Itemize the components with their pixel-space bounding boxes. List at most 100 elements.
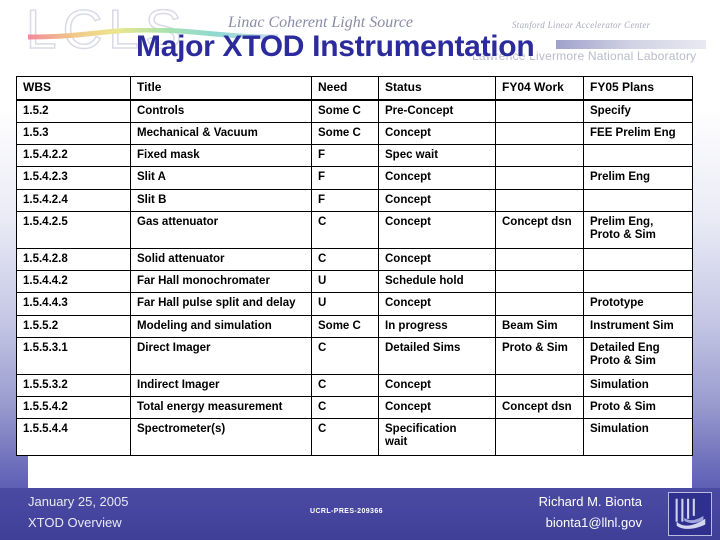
instrumentation-table: WBS Title Need Status FY04 Work FY05 Pla… (16, 75, 693, 457)
footer-email[interactable]: bionta1@llnl.gov (546, 515, 642, 530)
cell-need: C (311, 418, 379, 457)
column-header-status: Status (378, 75, 496, 101)
cell-wbs: 1.5.4.2.8 (16, 247, 131, 272)
table-row: 1.5.5.3.1 Direct Imager C Detailed Sims Prot… (16, 336, 693, 375)
cell-status: Detailed Sims (378, 336, 496, 375)
cell-fy04 (495, 122, 584, 146)
cell-wbs: 1.5.3 (16, 122, 131, 146)
cell-need: U (311, 270, 379, 294)
cell-wbs: 1.5.5.3.2 (16, 373, 131, 397)
cell-status: Pre-Concept (378, 99, 496, 124)
cell-fy04 (495, 292, 584, 316)
cell-title: Direct Imager (130, 336, 312, 375)
table-row: 1.5.4.2.4 Slit B F Concept (16, 188, 693, 212)
cell-status: Concept (378, 373, 496, 397)
cell-need: C (311, 247, 379, 272)
cell-need: Some C (311, 314, 379, 338)
cell-need: U (311, 292, 379, 316)
cell-status: Concept (378, 395, 496, 420)
cell-status: Concept (378, 188, 496, 212)
table-body: 1.5.2 Controls Some C Pre-Concept Specify 1.5… (16, 99, 693, 457)
cell-fy05: Prelim Eng, Proto & Sim (583, 210, 693, 249)
cell-status: Concept (378, 247, 496, 272)
cell-fy04: Concept dsn (495, 210, 584, 249)
column-header-fy04: FY04 Work (495, 75, 584, 101)
cell-fy05: Simulation (583, 373, 693, 397)
cell-title: Mechanical & Vacuum (130, 122, 312, 146)
footer-subtitle: XTOD Overview (28, 515, 122, 530)
cell-fy04 (495, 373, 584, 397)
cell-wbs: 1.5.4.2.3 (16, 166, 131, 190)
cell-title: Spectrometer(s) (130, 418, 312, 457)
cell-wbs: 1.5.4.2.4 (16, 188, 131, 212)
cell-title: Controls (130, 99, 312, 124)
cell-status: Spec wait (378, 144, 496, 168)
cell-fy04: Proto & Sim (495, 336, 584, 375)
cell-fy04 (495, 188, 584, 212)
cell-fy05 (583, 247, 693, 272)
cell-wbs: 1.5.5.2 (16, 314, 131, 338)
cell-wbs: 1.5.5.4.2 (16, 395, 131, 420)
cell-wbs: 1.5.4.2.2 (16, 144, 131, 168)
table-row: 1.5.5.4.2 Total energy measurement C Concep… (16, 395, 693, 420)
llnl-logo-glyph (669, 493, 711, 535)
cell-fy05: Proto & Sim (583, 395, 693, 420)
cell-fy05: Prelim Eng (583, 166, 693, 190)
cell-need: F (311, 144, 379, 168)
header-accent-bar (556, 40, 706, 49)
cell-title: Far Hall pulse split and delay (130, 292, 312, 316)
cell-status: Concept (378, 122, 496, 146)
table-row: 1.5.5.2 Modeling and simulation Some C In p… (16, 314, 693, 338)
footer-ucrl-number: UCRL-PRES-209366 (310, 508, 383, 515)
footer-date: January 25, 2005 (28, 494, 129, 509)
cell-fy05: Detailed Eng Proto & Sim (583, 336, 693, 375)
cell-need: F (311, 166, 379, 190)
cell-status: Concept (378, 166, 496, 190)
cell-title: Slit B (130, 188, 312, 212)
cell-need: C (311, 210, 379, 249)
cell-fy04 (495, 144, 584, 168)
cell-status: Concept (378, 292, 496, 316)
cell-fy05: FEE Prelim Eng (583, 122, 693, 146)
cell-title: Fixed mask (130, 144, 312, 168)
cell-status: Concept (378, 210, 496, 249)
cell-title: Indirect Imager (130, 373, 312, 397)
cell-fy05: Simulation (583, 418, 693, 457)
table-row: 1.5.4.2.5 Gas attenuator C Concept Concept d… (16, 210, 693, 249)
cell-fy04 (495, 99, 584, 124)
table-row: 1.5.4.4.3 Far Hall pulse split and delay U… (16, 292, 693, 316)
cell-need: C (311, 336, 379, 375)
cell-need: C (311, 373, 379, 397)
cell-wbs: 1.5.4.4.2 (16, 270, 131, 294)
cell-need: Some C (311, 99, 379, 124)
table-row: 1.5.5.3.2 Indirect Imager C Concept Simulati… (16, 373, 693, 397)
slac-label: Stanford Linear Accelerator Center (512, 20, 651, 30)
table-row: 1.5.2 Controls Some C Pre-Concept Specify (16, 99, 693, 124)
table-header-row: WBS Title Need Status FY04 Work FY05 Pla… (16, 75, 693, 101)
cell-fy04: Concept dsn (495, 395, 584, 420)
cell-title: Slit A (130, 166, 312, 190)
cell-title: Gas attenuator (130, 210, 312, 249)
column-header-title: Title (130, 75, 312, 101)
cell-title: Far Hall monochromater (130, 270, 312, 294)
cell-need: Some C (311, 122, 379, 146)
slide-header: LCLS Linac Coherent Light Source Stanfor… (0, 0, 720, 72)
table-header: WBS Title Need Status FY04 Work FY05 Pla… (16, 75, 693, 101)
cell-wbs: 1.5.5.4.4 (16, 418, 131, 457)
table-row: 1.5.3 Mechanical & Vacuum Some C Concept FEE… (16, 122, 693, 146)
cell-fy05: Prototype (583, 292, 693, 316)
cell-title: Solid attenuator (130, 247, 312, 272)
cell-wbs: 1.5.5.3.1 (16, 336, 131, 375)
cell-fy05: Instrument Sim (583, 314, 693, 338)
cell-fy04 (495, 166, 584, 190)
right-gradient-panel (692, 0, 720, 492)
cell-fy05 (583, 188, 693, 212)
slide-footer: January 25, 2005 XTOD Overview UCRL-PRES… (0, 488, 720, 540)
cell-title: Modeling and simulation (130, 314, 312, 338)
cell-wbs: 1.5.4.4.3 (16, 292, 131, 316)
table-row: 1.5.4.2.3 Slit A F Concept Prelim Eng (16, 166, 693, 190)
cell-need: F (311, 188, 379, 212)
cell-fy05: Specify (583, 99, 693, 124)
cell-need: C (311, 395, 379, 420)
footer-author: Richard M. Bionta (538, 494, 642, 509)
